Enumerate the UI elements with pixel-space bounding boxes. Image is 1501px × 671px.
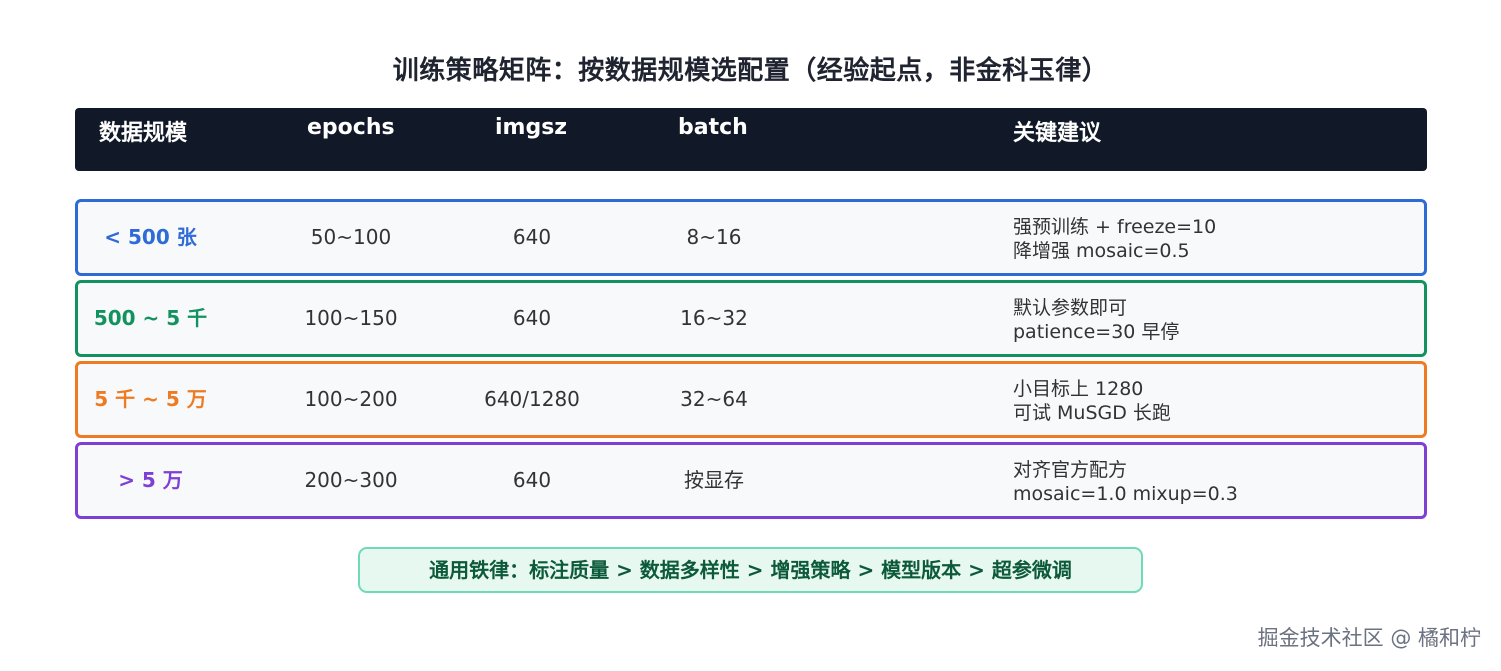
- row-scale: > 5 万: [118, 468, 183, 492]
- table-row: 5 千 ~ 5 万 100~200 640/1280 32~64 小目标上 12…: [75, 361, 1427, 438]
- row-batch: 32~64: [680, 387, 748, 411]
- row-scale: 5 千 ~ 5 万: [94, 387, 207, 411]
- row-advice-line-1: 默认参数即可: [1013, 297, 1128, 319]
- row-imgsz: 640: [512, 468, 552, 492]
- row-epochs: 100~150: [304, 306, 398, 330]
- row-scale: < 500 张: [104, 225, 197, 249]
- header-imgsz: imgsz: [495, 115, 568, 140]
- row-advice-line-2: mosaic=1.0 mixup=0.3: [1013, 483, 1238, 505]
- header-advice: 关键建议: [1013, 121, 1102, 146]
- row-imgsz: 640: [512, 225, 552, 249]
- table-row: > 5 万 200~300 640 按显存 对齐官方配方 mosaic=1.0 …: [75, 442, 1427, 519]
- row-epochs: 100~200: [304, 387, 398, 411]
- row-batch: 8~16: [686, 225, 742, 249]
- row-epochs: 200~300: [304, 468, 398, 492]
- row-advice: 强预训练 + freeze=10 降增强 mosaic=0.5: [1013, 215, 1216, 263]
- header-scale: 数据规模: [99, 121, 188, 146]
- general-rule-banner: 通用铁律：标注质量 > 数据多样性 > 增强策略 > 模型版本 > 超参微调: [358, 547, 1143, 593]
- row-imgsz: 640: [512, 306, 552, 330]
- header-epochs: epochs: [307, 115, 395, 140]
- row-advice-line-2: patience=30 早停: [1013, 321, 1180, 343]
- row-batch: 按显存: [684, 468, 744, 492]
- row-imgsz: 640/1280: [484, 387, 580, 411]
- table-header: 数据规模 epochs imgsz batch 关键建议: [75, 108, 1427, 171]
- row-advice: 小目标上 1280 可试 MuSGD 长跑: [1013, 377, 1171, 425]
- row-advice-line-1: 对齐官方配方: [1013, 459, 1128, 481]
- table-row: < 500 张 50~100 640 8~16 强预训练 + freeze=10…: [75, 199, 1427, 276]
- row-scale: 500 ~ 5 千: [93, 306, 208, 330]
- row-advice: 默认参数即可 patience=30 早停: [1013, 296, 1179, 344]
- row-batch: 16~32: [680, 306, 748, 330]
- row-advice: 对齐官方配方 mosaic=1.0 mixup=0.3: [1013, 458, 1238, 506]
- page-title: 训练策略矩阵：按数据规模选配置（经验起点，非金科玉律）: [392, 56, 1109, 86]
- header-batch: batch: [678, 115, 748, 140]
- row-advice-line-1: 强预训练 + freeze=10: [1013, 216, 1217, 238]
- table-row: 500 ~ 5 千 100~150 640 16~32 默认参数即可 patie…: [75, 280, 1427, 357]
- watermark: 掘金技术社区 @ 橘和柠: [1257, 626, 1481, 650]
- row-advice-line-2: 可试 MuSGD 长跑: [1013, 402, 1171, 424]
- row-advice-line-1: 小目标上 1280: [1013, 378, 1144, 400]
- row-epochs: 50~100: [310, 225, 392, 249]
- row-advice-line-2: 降增强 mosaic=0.5: [1013, 240, 1190, 262]
